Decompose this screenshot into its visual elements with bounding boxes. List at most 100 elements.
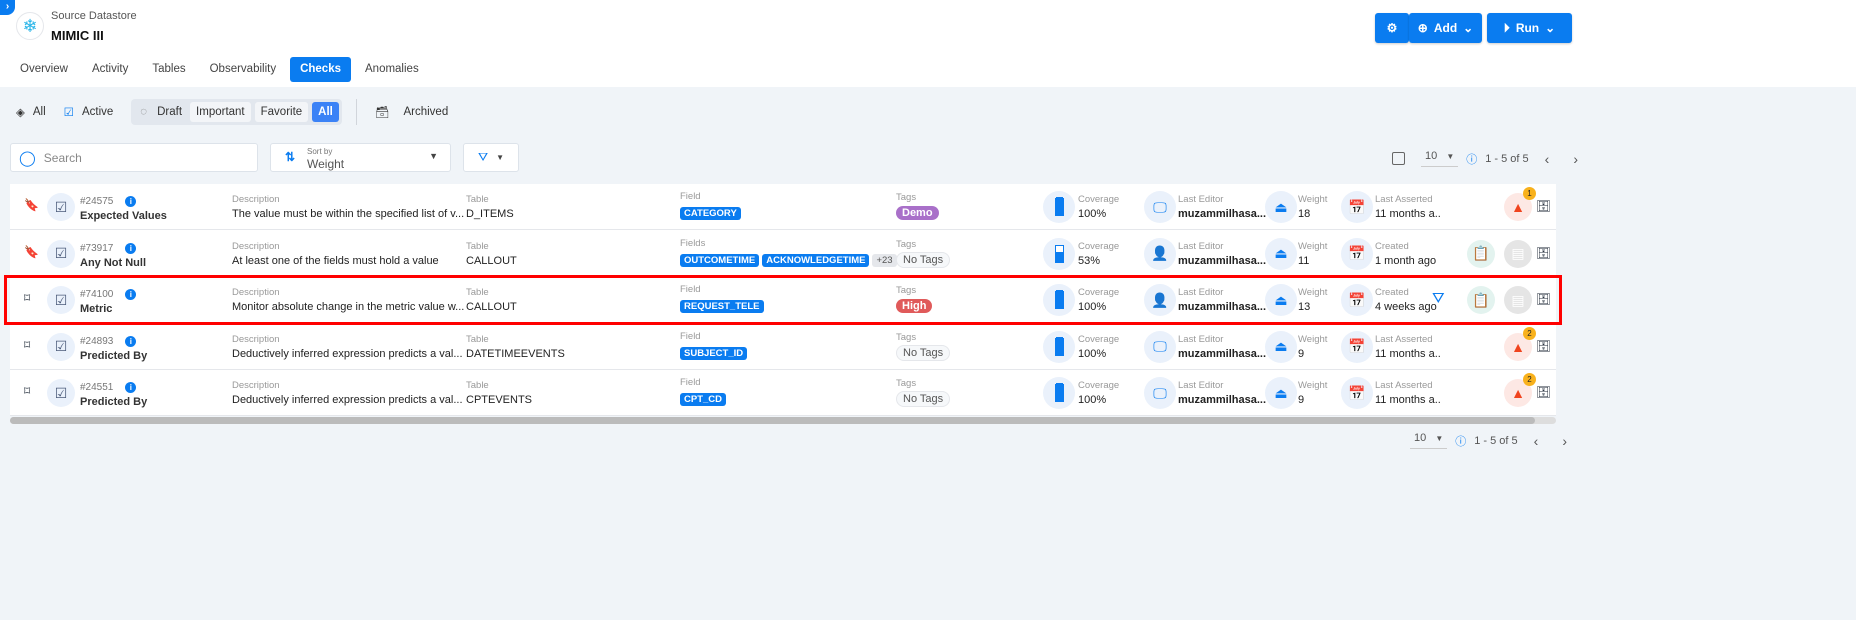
check-description: Deductively inferred expression predicts… [232,347,463,360]
weight-value: 11 [1298,254,1310,267]
filter-all[interactable]: ◈ All [16,105,46,119]
page-size-select[interactable]: 10 ▼ [1421,150,1459,167]
more-fields-badge[interactable]: +23 [872,253,897,267]
layers-icon: ◈ [16,107,25,119]
coverage-icon [1043,284,1075,316]
filter-check-icon: ⛛ [1432,290,1445,307]
last-editor: muzammilhasa... [1178,208,1267,220]
info-icon[interactable]: i [125,242,137,254]
check-row[interactable]: ⌑ ☑ #24551 i Predicted By Description Deduc… [10,370,1556,416]
coverage-value: 100% [1078,394,1107,406]
select-all-checkbox[interactable] [1392,152,1405,165]
clipboard-check-icon[interactable]: 📋 [1467,239,1495,268]
archive-icon[interactable]: 🗄 [1536,339,1551,353]
filter-draft[interactable]: Draft [157,106,182,118]
search-input[interactable]: ◯ Search [10,143,258,172]
archive-icon[interactable]: 🗄 [1536,292,1551,306]
calendar-icon: 📅 [1341,377,1373,409]
chevron-down-icon: ⌄ [1463,21,1474,35]
prev-page-button[interactable]: ‹ [1534,433,1539,449]
check-row[interactable]: 🔖 ☑ #24575 i Expected Values Description Th… [10,184,1556,230]
check-type-icon: ☑ [47,193,75,221]
sort-select[interactable]: ⇅ Sort by Weight ▼ [270,143,451,172]
page-header: › ❄ Source Datastore MIMIC III ⚙ ⊕ Add ⌄ ⏵… [0,0,1856,87]
archive-icon[interactable]: 🗄 [1536,199,1551,213]
tab-checks[interactable]: Checks [290,57,351,82]
run-button[interactable]: ⏵ Run ⌄ [1487,13,1572,43]
settings-button[interactable]: ⚙ [1375,13,1409,43]
weight-value: 9 [1298,347,1305,360]
info-icon[interactable]: i [125,335,137,347]
archive-icon[interactable]: 🗄 [1536,385,1551,399]
check-name[interactable]: Any Not Null [80,257,146,269]
bookmark-outline-icon[interactable]: ⌑ [24,384,30,398]
tab-bar: Overview Activity Tables Observability Check… [10,57,429,82]
weight-icon: ⏏ [1265,284,1297,316]
check-name[interactable]: Expected Values [80,210,167,222]
check-id: #24551 [80,382,114,393]
date-value: 1 month ago [1375,254,1437,267]
bookmark-filled-icon[interactable]: 🔖 [24,245,39,259]
sidebar-expand-button[interactable]: › [0,0,15,15]
check-type-icon: ☑ [47,379,75,407]
comment-icon[interactable]: ▤ [1504,286,1532,314]
check-id: #74100 [80,289,114,300]
calendar-icon: 📅 [1341,284,1373,316]
archive-icon: 🗃 [374,107,390,119]
check-row[interactable]: 🔖 ☑ #73917 i Any Not Null Description At le… [10,231,1556,277]
tab-observability[interactable]: Observability [200,57,286,82]
draft-icon: ◌ [140,106,148,118]
info-icon[interactable]: i [125,289,137,300]
tab-activity[interactable]: Activity [82,57,138,82]
anomaly-count-badge: 2 [1523,373,1536,386]
next-page-button[interactable]: › [1573,151,1578,167]
filter-active[interactable]: ☑ Active [64,105,114,119]
filter-button[interactable]: ⛛ ▼ [463,143,519,172]
coverage-value: 100% [1078,208,1107,220]
prev-page-button[interactable]: ‹ [1545,151,1550,167]
check-description: Deductively inferred expression predicts… [232,394,463,406]
clipboard-check-icon[interactable]: 📋 [1467,286,1495,314]
comment-icon[interactable]: ▤ [1504,239,1532,268]
check-name[interactable]: Metric [80,303,136,315]
coverage-value: 53% [1078,254,1101,267]
monitor-icon: 🖵 [1144,191,1176,223]
horizontal-scrollbar[interactable] [10,417,1556,424]
next-page-button[interactable]: › [1562,433,1567,449]
check-row[interactable]: ⌑ ☑ #74100 i Metric Description Monitor abs… [4,275,1562,325]
archive-icon[interactable]: 🗄 [1536,246,1551,260]
tab-anomalies[interactable]: Anomalies [355,57,429,82]
tab-tables[interactable]: Tables [142,57,195,82]
weight-value: 9 [1298,394,1305,406]
anomaly-warning-icon[interactable]: ▲ 2 [1504,373,1536,407]
filter-group-all[interactable]: All [312,102,339,122]
anomaly-warning-icon[interactable]: ▲ 1 [1504,187,1536,221]
date-value: 11 months a.. [1375,208,1441,220]
weight-icon: ⏏ [1265,377,1297,409]
search-icon: ◯ [19,149,36,167]
filter-favorite[interactable]: Favorite [254,102,309,122]
check-name[interactable]: Predicted By [80,396,147,408]
anomaly-warning-icon[interactable]: ▲ 2 [1504,326,1536,361]
tag-badge: Demo [896,206,939,220]
add-button[interactable]: ⊕ Add ⌄ [1409,13,1482,43]
chevron-down-icon: ⌄ [1545,21,1556,35]
bookmark-outline-icon[interactable]: ⌑ [24,291,30,305]
page-size-select[interactable]: 10 ▼ [1410,432,1448,449]
help-icon: ⓘ [1466,153,1478,166]
filter-important[interactable]: Important [190,102,251,122]
bookmark-outline-icon[interactable]: ⌑ [24,338,30,352]
datastore-name: MIMIC III [51,28,104,43]
tab-overview[interactable]: Overview [10,57,78,82]
check-row[interactable]: ⌑ ☑ #24893 i Predicted By Description Deduc… [10,324,1556,370]
check-table: CPTEVENTS [466,394,533,406]
info-icon[interactable]: i [125,196,137,207]
bookmark-filled-icon[interactable]: 🔖 [24,198,39,212]
no-tags-badge: No Tags [896,251,951,268]
weight-value: 18 [1298,208,1311,220]
check-name[interactable]: Predicted By [80,350,147,362]
info-icon[interactable]: i [125,382,137,393]
checks-list: 🔖 ☑ #24575 i Expected Values Description Th… [4,184,1562,416]
check-id: #24575 [80,196,114,207]
filter-archived[interactable]: 🗃 Archived [375,105,448,119]
